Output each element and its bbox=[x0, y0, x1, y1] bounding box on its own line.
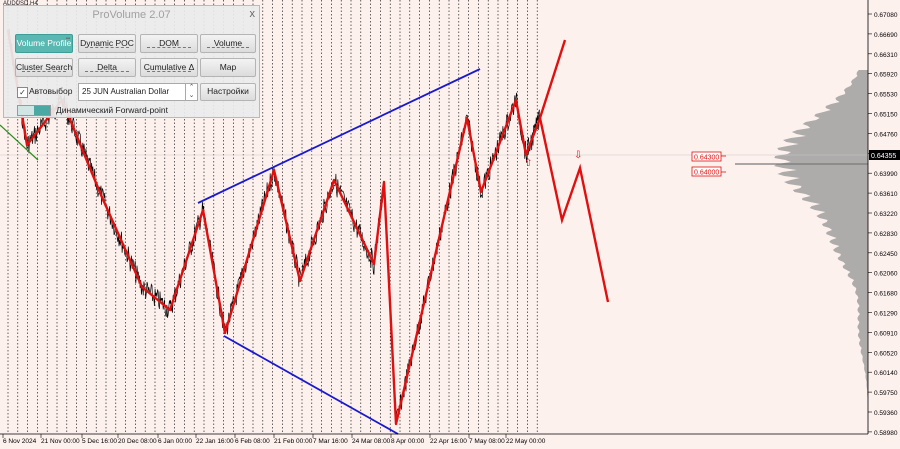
auto-select-checkbox[interactable]: ✓ bbox=[17, 87, 28, 98]
settings-dots-icon: ▪▪ bbox=[65, 36, 70, 42]
auto-select-label: Автовыбор bbox=[29, 86, 73, 96]
price-tick-label: 0.61680 bbox=[874, 291, 898, 298]
settings-label: Настройки bbox=[207, 86, 249, 96]
price-tick-label: 0.67080 bbox=[874, 12, 898, 19]
cluster-search-button[interactable]: Cluster Search bbox=[15, 58, 73, 77]
time-tick-label: 20 Dec 08:00 bbox=[118, 438, 157, 445]
forward-point-toggle[interactable] bbox=[17, 105, 51, 116]
price-tick-label: 0.64760 bbox=[874, 131, 898, 138]
time-tick-label: 8 Apr 00:00 bbox=[391, 438, 425, 445]
cumulative-delta-button[interactable]: Cumulative Δ bbox=[140, 58, 198, 77]
price-tick-label: 0.63990 bbox=[874, 171, 898, 178]
price-tick-label: 0.63220 bbox=[874, 211, 898, 218]
button-deco-line bbox=[147, 47, 191, 50]
time-tick-label: 7 May 08:00 bbox=[469, 438, 505, 445]
price-tick-label: 0.61290 bbox=[874, 311, 898, 318]
button-deco-line bbox=[207, 47, 249, 50]
price-tick-label: 0.59360 bbox=[874, 410, 898, 417]
price-tick-label: 0.62450 bbox=[874, 251, 898, 258]
price-tick-label: 0.65530 bbox=[874, 92, 898, 99]
panel-close-button[interactable]: x bbox=[250, 8, 256, 20]
current-price-label: 0.64355 bbox=[871, 153, 896, 160]
settings-button[interactable]: Настройки bbox=[200, 83, 256, 101]
price-tick-label: 0.66690 bbox=[874, 32, 898, 39]
level-label-2: 0.64000 bbox=[694, 170, 719, 177]
time-tick-label: 24 Mar 08:00 bbox=[352, 438, 391, 445]
down-arrow-icon: ⇩ bbox=[574, 150, 582, 161]
provolume-panel: ProVolume 2.07 x Volume Profile ▪▪ Dynam… bbox=[3, 5, 260, 118]
button-deco-line bbox=[147, 71, 191, 74]
button-deco-line bbox=[85, 71, 129, 74]
time-tick-label: 7 Mar 16:00 bbox=[313, 438, 348, 445]
time-tick-label: 22 Jan 16:00 bbox=[196, 438, 234, 445]
time-tick-label: 21 Nov 00:00 bbox=[41, 438, 80, 445]
level-label-1: 0.64300 bbox=[694, 155, 719, 162]
price-tick-label: 0.65920 bbox=[874, 72, 898, 79]
time-tick-label: 6 Feb 08:00 bbox=[235, 438, 270, 445]
time-tick-label: 21 Feb 00:00 bbox=[274, 438, 313, 445]
price-tick-label: 0.60140 bbox=[874, 370, 898, 377]
price-tick-label: 0.62060 bbox=[874, 271, 898, 278]
instrument-select-value: 25 JUN Australian Dollar bbox=[82, 87, 170, 96]
dynamic-poc-button[interactable]: Dynamic POC bbox=[78, 34, 136, 53]
volume-profile-label: Volume Profile bbox=[16, 38, 72, 48]
volume-profile-button[interactable]: Volume Profile ▪▪ bbox=[15, 34, 73, 53]
time-tick-label: 6 Nov 2024 bbox=[3, 438, 37, 445]
price-tick-label: 0.58980 bbox=[874, 430, 898, 437]
time-tick-label: 22 May 00:00 bbox=[506, 438, 546, 445]
up-arrow-icon: ⇧ bbox=[524, 158, 532, 169]
delta-button[interactable]: Delta bbox=[78, 58, 136, 77]
price-tick-label: 0.60910 bbox=[874, 330, 898, 337]
button-deco-line bbox=[85, 47, 129, 50]
button-deco-line bbox=[22, 71, 66, 74]
price-tick-label: 0.59750 bbox=[874, 390, 898, 397]
panel-title: ProVolume 2.07 bbox=[92, 9, 171, 21]
dom-button[interactable]: DOM bbox=[140, 34, 198, 53]
instrument-select[interactable]: 25 JUN Australian Dollar ⌃ ⌄ bbox=[78, 83, 198, 101]
price-tick-label: 0.66310 bbox=[874, 52, 898, 59]
price-tick-label: 0.63610 bbox=[874, 191, 898, 198]
price-tick-label: 0.62830 bbox=[874, 231, 898, 238]
forward-point-label: Динамический Forward-point bbox=[56, 105, 168, 115]
volume-button[interactable]: Volume bbox=[200, 34, 256, 53]
time-tick-label: 6 Jan 00:00 bbox=[158, 438, 192, 445]
map-button[interactable]: Map bbox=[200, 58, 256, 77]
map-label: Map bbox=[219, 62, 237, 72]
select-arrows-icon[interactable]: ⌃ ⌄ bbox=[185, 84, 197, 100]
time-tick-label: 22 Apr 16:00 bbox=[430, 438, 467, 445]
price-tick-label: 0.65150 bbox=[874, 112, 898, 119]
price-tick-label: 0.60520 bbox=[874, 350, 898, 357]
time-tick-label: 5 Dec 16:00 bbox=[82, 438, 117, 445]
